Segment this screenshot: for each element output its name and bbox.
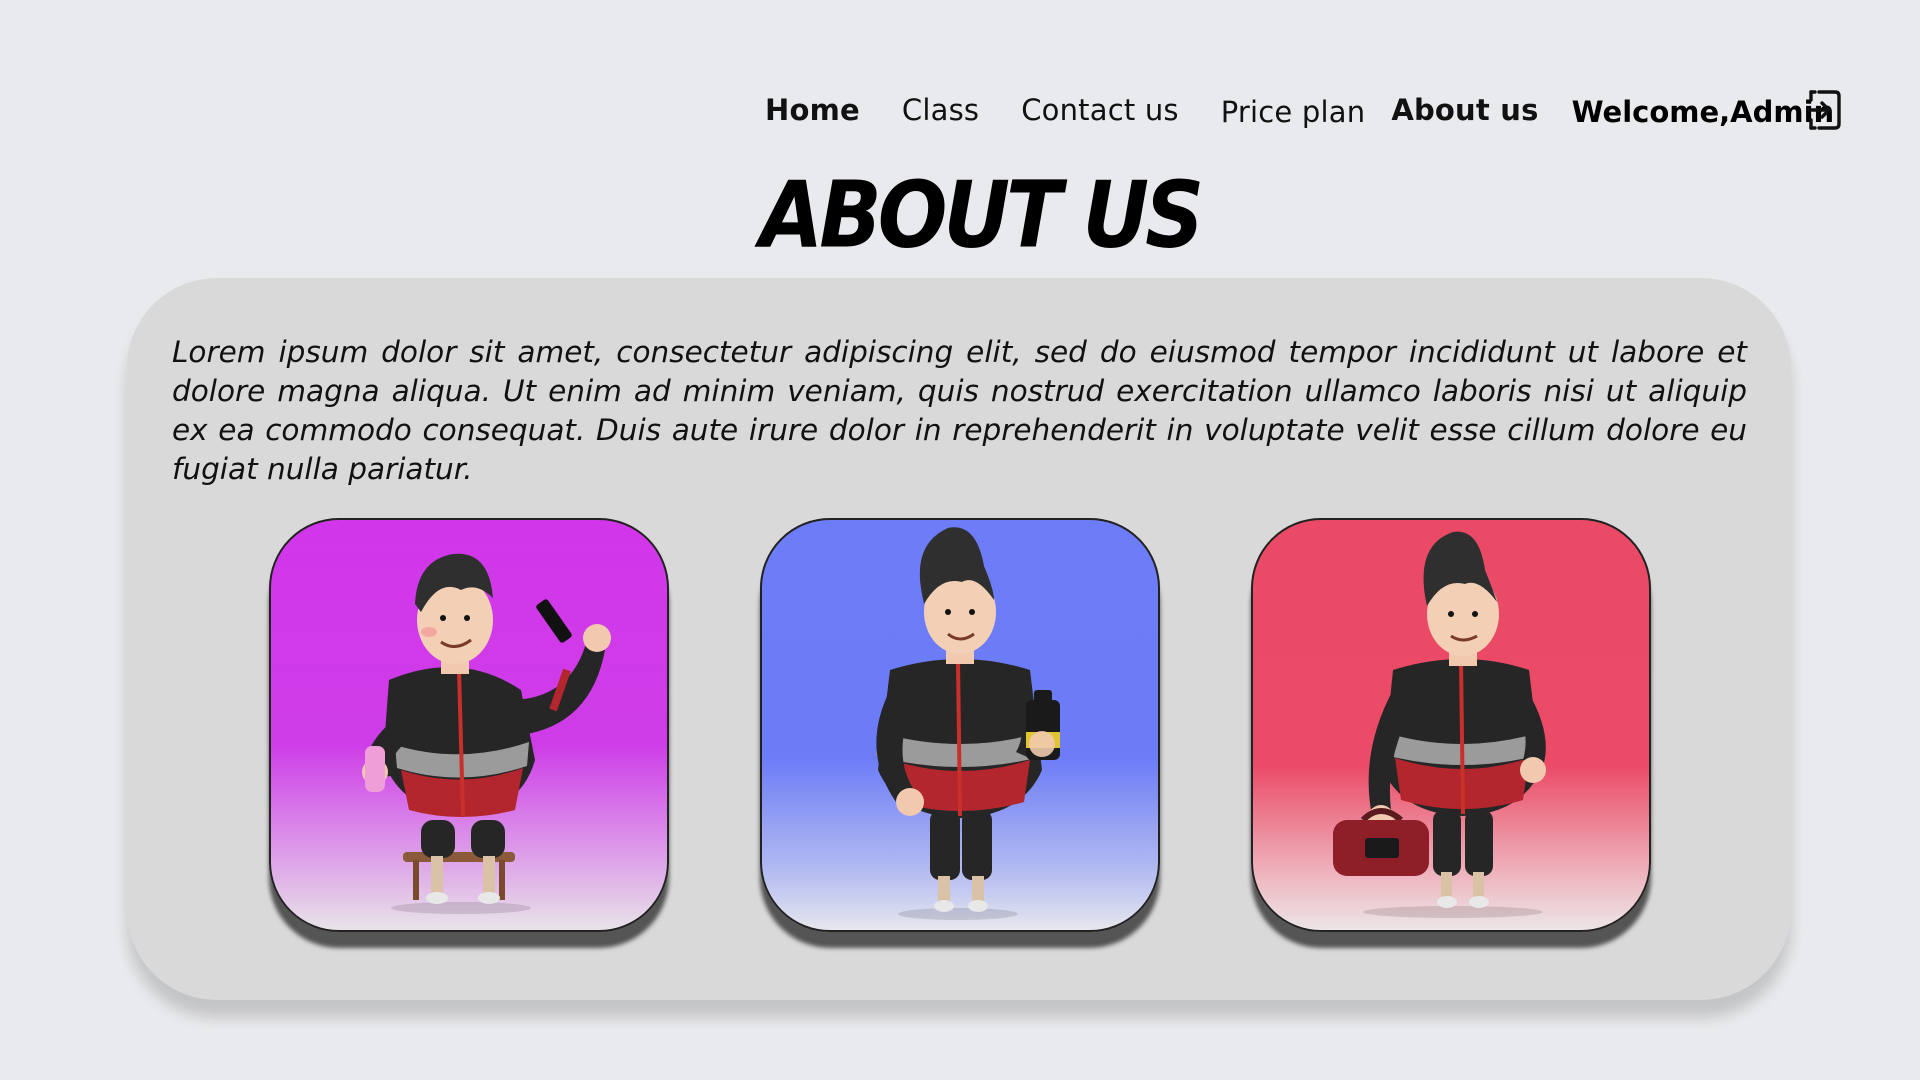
nav-price-plan-link[interactable]: Price plan <box>1221 95 1366 129</box>
top-nav: Home Class Contact us Price plan About u… <box>765 86 1834 134</box>
shaker-character-tile[interactable] <box>760 518 1160 932</box>
selfie-character-tile[interactable] <box>269 518 669 932</box>
about-page: Home Class Contact us Price plan About u… <box>0 0 1920 1080</box>
person-selfie-illustration-icon <box>362 553 611 914</box>
welcome-text: Welcome,Admin <box>1571 95 1835 129</box>
nav-class-link[interactable]: Class <box>902 93 979 127</box>
logout-icon[interactable] <box>1805 88 1843 132</box>
person-gym-bag-illustration-icon <box>1333 531 1546 918</box>
gym-bag-character-tile[interactable] <box>1251 518 1651 932</box>
nav-home-link[interactable]: Home <box>765 93 860 127</box>
page-title: ABOUT US <box>759 162 1204 269</box>
nav-contact-link[interactable]: Contact us <box>1021 93 1179 127</box>
about-card: Lorem ipsum dolor sit amet, consectetur … <box>127 278 1791 1000</box>
nav-about-link[interactable]: About us <box>1391 93 1538 127</box>
about-description: Lorem ipsum dolor sit amet, consectetur … <box>172 335 1747 486</box>
person-shaker-illustration-icon <box>876 527 1060 920</box>
